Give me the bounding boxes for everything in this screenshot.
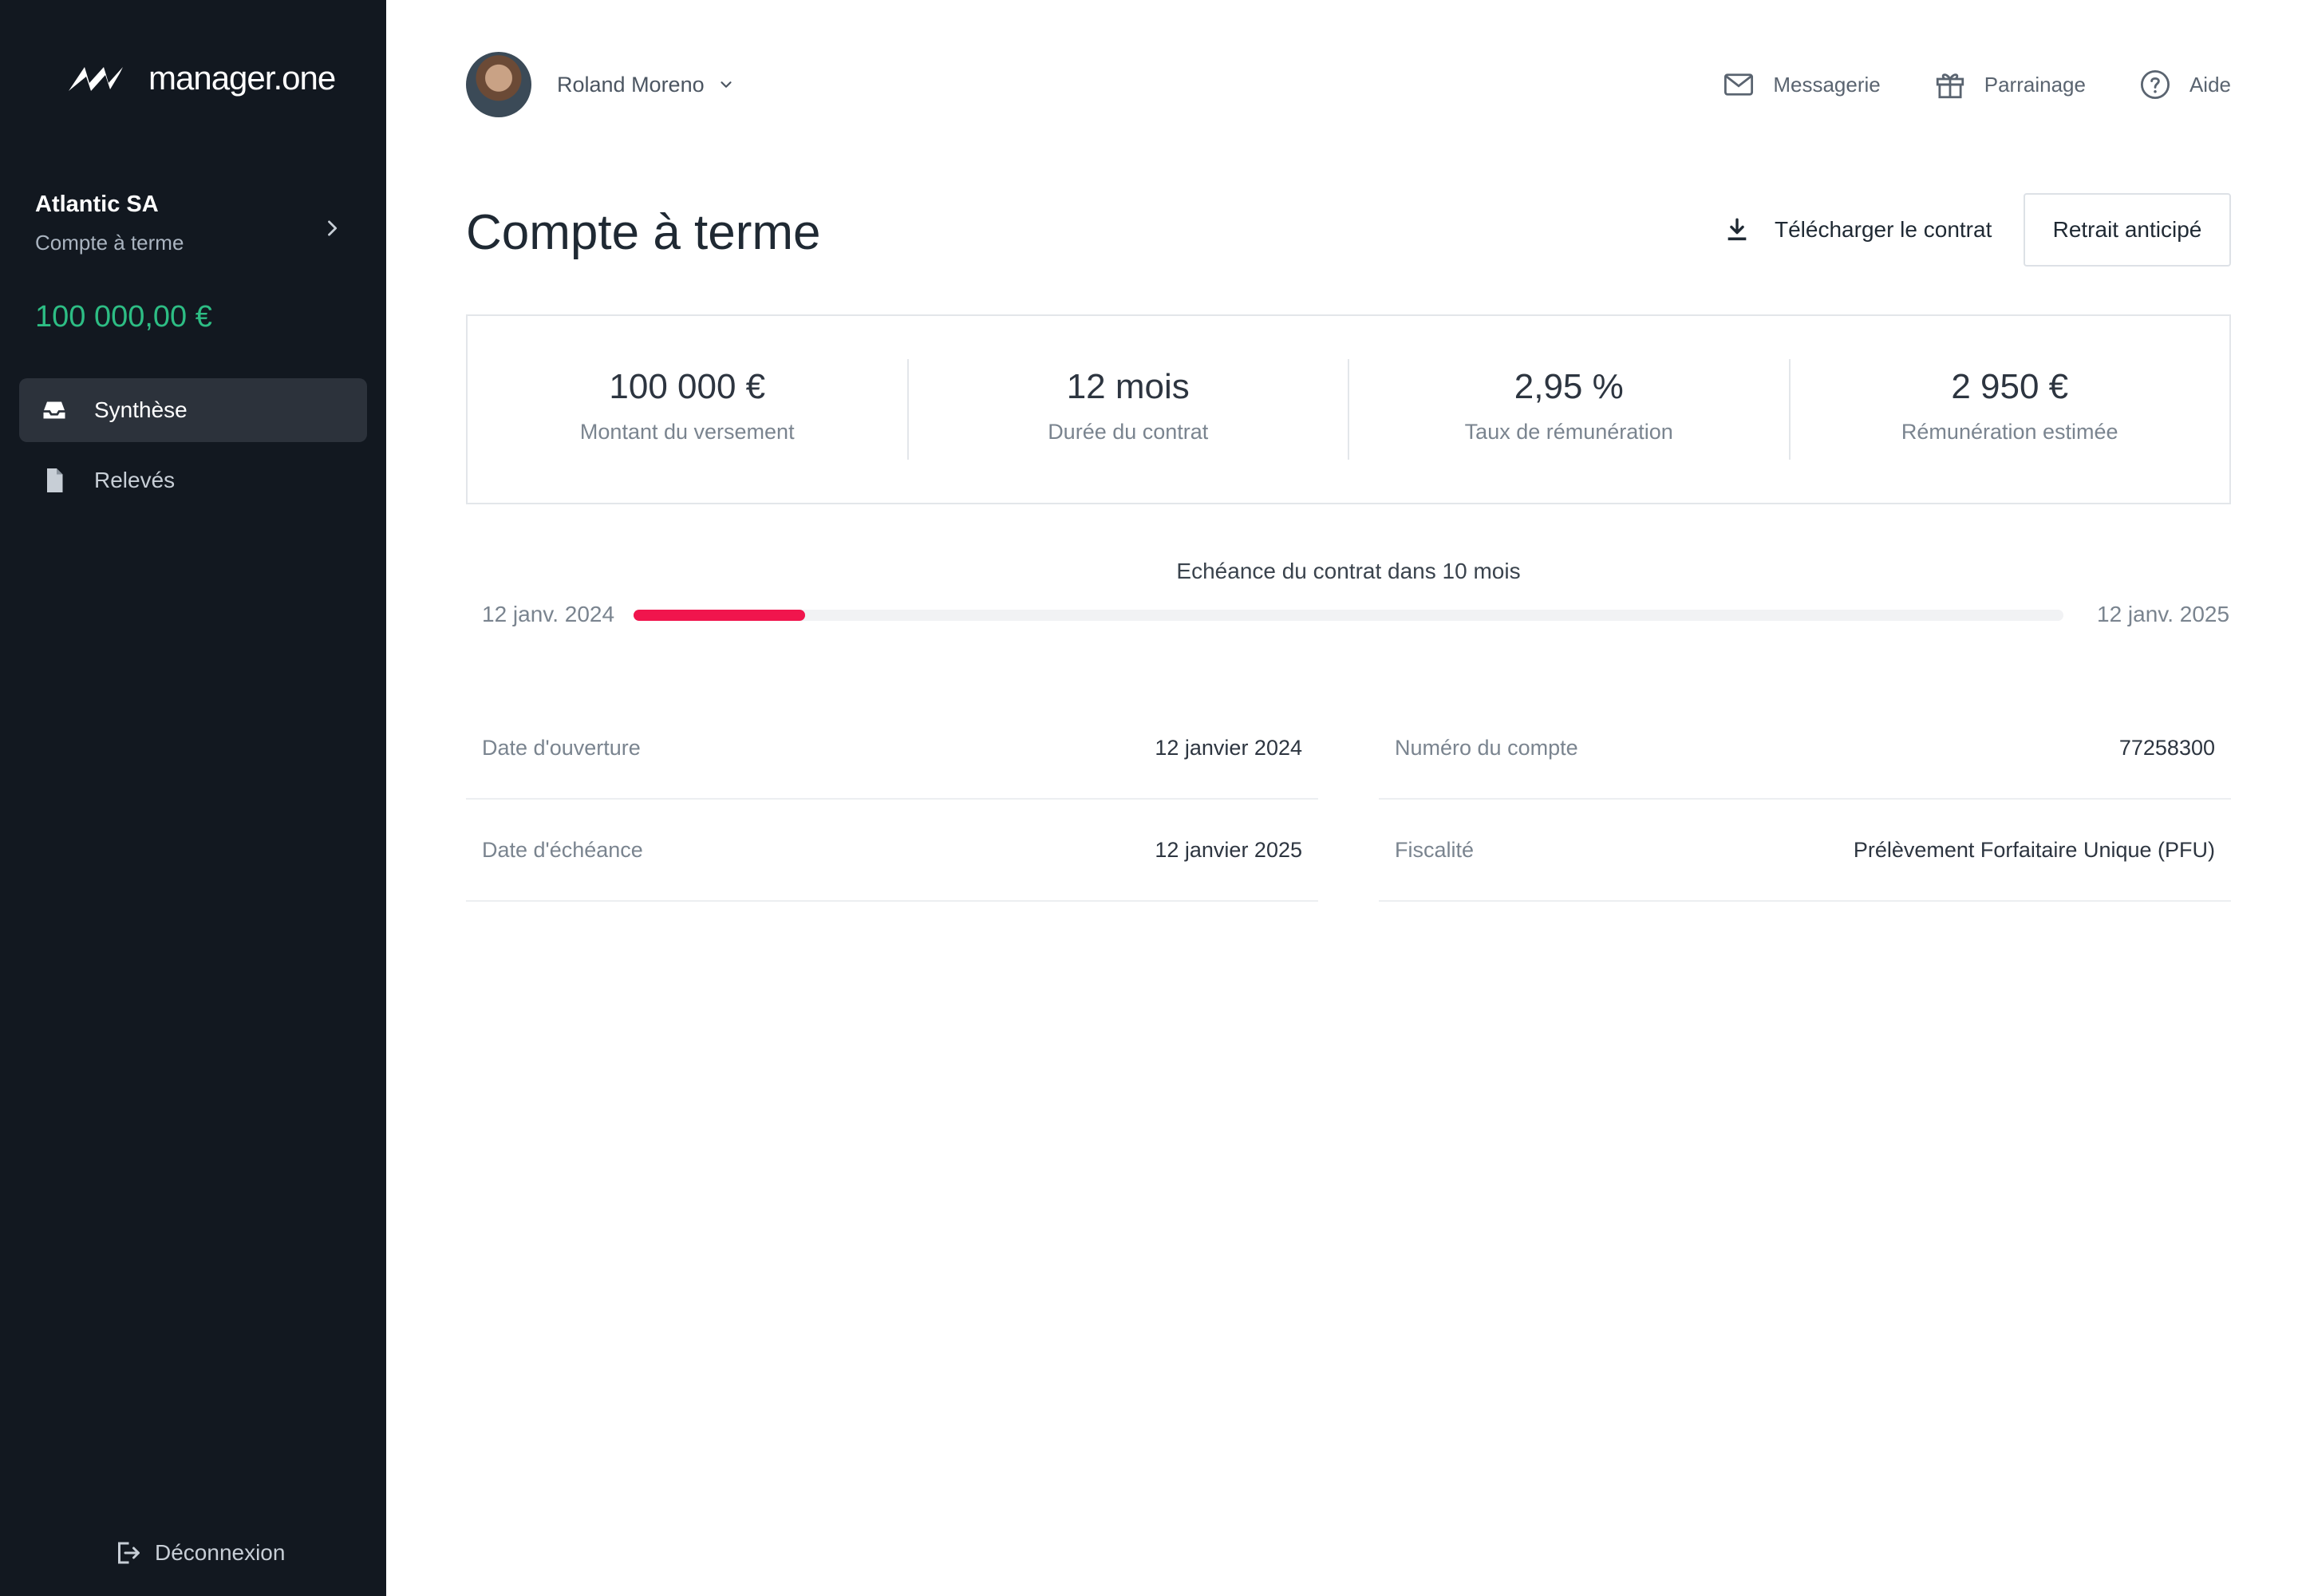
messagerie-link[interactable]: Messagerie [1722,68,1881,101]
sidebar-nav: Synthèse Relevés [19,378,367,519]
avatar [466,52,531,117]
maturity-caption: Echéance du contrat dans 10 mois [1176,559,1521,583]
stat-value: 2,95 % [1514,367,1624,406]
logout-icon [118,1542,140,1564]
detail-label: Numéro du compte [1395,735,1578,760]
help-icon [2140,69,2170,100]
gift-icon [1936,73,1964,99]
chevron-right-icon [328,220,338,236]
top-link-label: Parrainage [1984,72,2086,97]
detail-row-maturity-date: Date d'échéance 12 janvier 2025 [466,800,1318,902]
progress-end-date: 12 janv. 2025 [2097,602,2230,626]
inbox-icon [43,401,65,419]
account-switcher[interactable]: Atlantic SA Compte à terme [35,192,357,255]
stat-estimated-earnings: 2 950 € Rémunération estimée [1791,359,2230,460]
sidebar-item-synthese[interactable]: Synthèse [19,378,367,442]
sidebar-item-label: Relevés [94,468,176,492]
mail-icon [1724,73,1754,96]
top-link-label: Messagerie [1773,72,1881,97]
top-link-label: Aide [2189,72,2231,97]
stat-value: 100 000 € [609,367,766,406]
brand-logo[interactable]: manager.one [65,56,336,101]
details-right: Numéro du compte 77258300 Fiscalité Prél… [1379,697,2231,902]
detail-row-opening-date: Date d'ouverture 12 janvier 2024 [466,697,1318,800]
stat-value: 12 mois [1066,367,1190,406]
stat-label: Rémunération estimée [1901,420,2118,444]
topbar: Roland Moreno Messagerie Parrainage Aide [466,51,2231,118]
stat-value: 2 950 € [1951,367,2069,406]
progress-start-date: 12 janv. 2024 [482,602,615,626]
sidebar-item-releves[interactable]: Relevés [19,448,367,512]
logout-label: Déconnexion [155,1540,286,1565]
sidebar: manager.one Atlantic SA Compte à terme 1… [0,0,386,1596]
early-withdrawal-button[interactable]: Retrait anticipé [2024,193,2231,267]
brand-name: manager.one [148,59,336,97]
maturity-progress-bar [634,610,2063,621]
detail-value: 12 janvier 2024 [1155,735,1302,760]
detail-value: 12 janvier 2025 [1155,837,1302,862]
stat-duration: 12 mois Durée du contrat [909,359,1349,460]
stat-amount: 100 000 € Montant du versement [468,359,909,460]
detail-row-account-number: Numéro du compte 77258300 [1379,697,2231,800]
top-links: Messagerie Parrainage Aide [1669,51,2231,118]
account-name: Atlantic SA [35,192,159,217]
parrainage-link[interactable]: Parrainage [1933,68,2086,101]
user-menu[interactable]: Roland Moreno [466,51,735,118]
contract-summary-card: 100 000 € Montant du versement 12 mois D… [466,314,2231,504]
detail-row-taxation: Fiscalité Prélèvement Forfaitaire Unique… [1379,800,2231,902]
page-title: Compte à terme [466,205,821,260]
stat-label: Durée du contrat [1048,420,1209,444]
download-icon [1727,218,1747,241]
detail-label: Date d'échéance [482,837,643,862]
brand-mark-icon [69,67,123,91]
detail-value: 77258300 [2118,735,2215,760]
stat-rate: 2,95 % Taux de rémunération [1349,359,1791,460]
aide-link[interactable]: Aide [2138,68,2231,101]
download-contract-link[interactable]: Télécharger le contrat [1724,209,1992,251]
document-icon [47,468,63,492]
chevron-down-icon [721,81,732,88]
sidebar-item-label: Synthèse [94,397,188,422]
user-name: Roland Moreno [557,72,705,97]
detail-value: Prélèvement Forfaitaire Unique (PFU) [1853,837,2215,862]
details-left: Date d'ouverture 12 janvier 2024 Date d'… [466,697,1318,902]
detail-label: Date d'ouverture [482,735,641,760]
account-type: Compte à terme [35,231,184,255]
download-label: Télécharger le contrat [1775,217,1992,242]
detail-label: Fiscalité [1395,837,1475,862]
stat-label: Montant du versement [579,420,795,444]
account-balance: 100 000,00 € [35,300,212,334]
stat-label: Taux de rémunération [1464,420,1673,444]
logout-link[interactable]: Déconnexion [113,1539,285,1567]
maturity-progress-fill [634,610,806,621]
